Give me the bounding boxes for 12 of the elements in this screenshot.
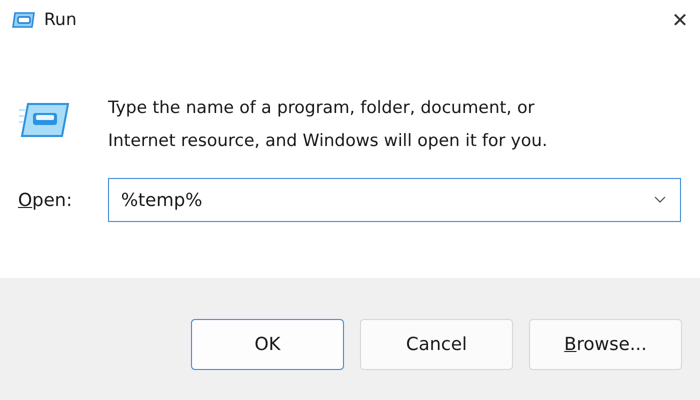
dialog-button[interactable]: OK	[191, 318, 344, 370]
close-button[interactable]: ✕	[660, 0, 700, 40]
open-input[interactable]: %temp%	[109, 190, 654, 210]
open-combobox[interactable]: %temp%	[108, 178, 681, 222]
window-title: Run	[44, 10, 77, 30]
chevron-down-icon[interactable]	[654, 196, 666, 204]
run-icon	[18, 102, 70, 138]
run-icon	[12, 12, 36, 28]
instruction-text: Type the name of a program, folder, document, or Internet resource, and Windows will open it for you.	[108, 97, 548, 153]
dialog-button[interactable]: Browse...	[529, 318, 682, 370]
open-label: Open:	[18, 190, 74, 210]
dialog-button[interactable]: Cancel	[360, 318, 513, 370]
